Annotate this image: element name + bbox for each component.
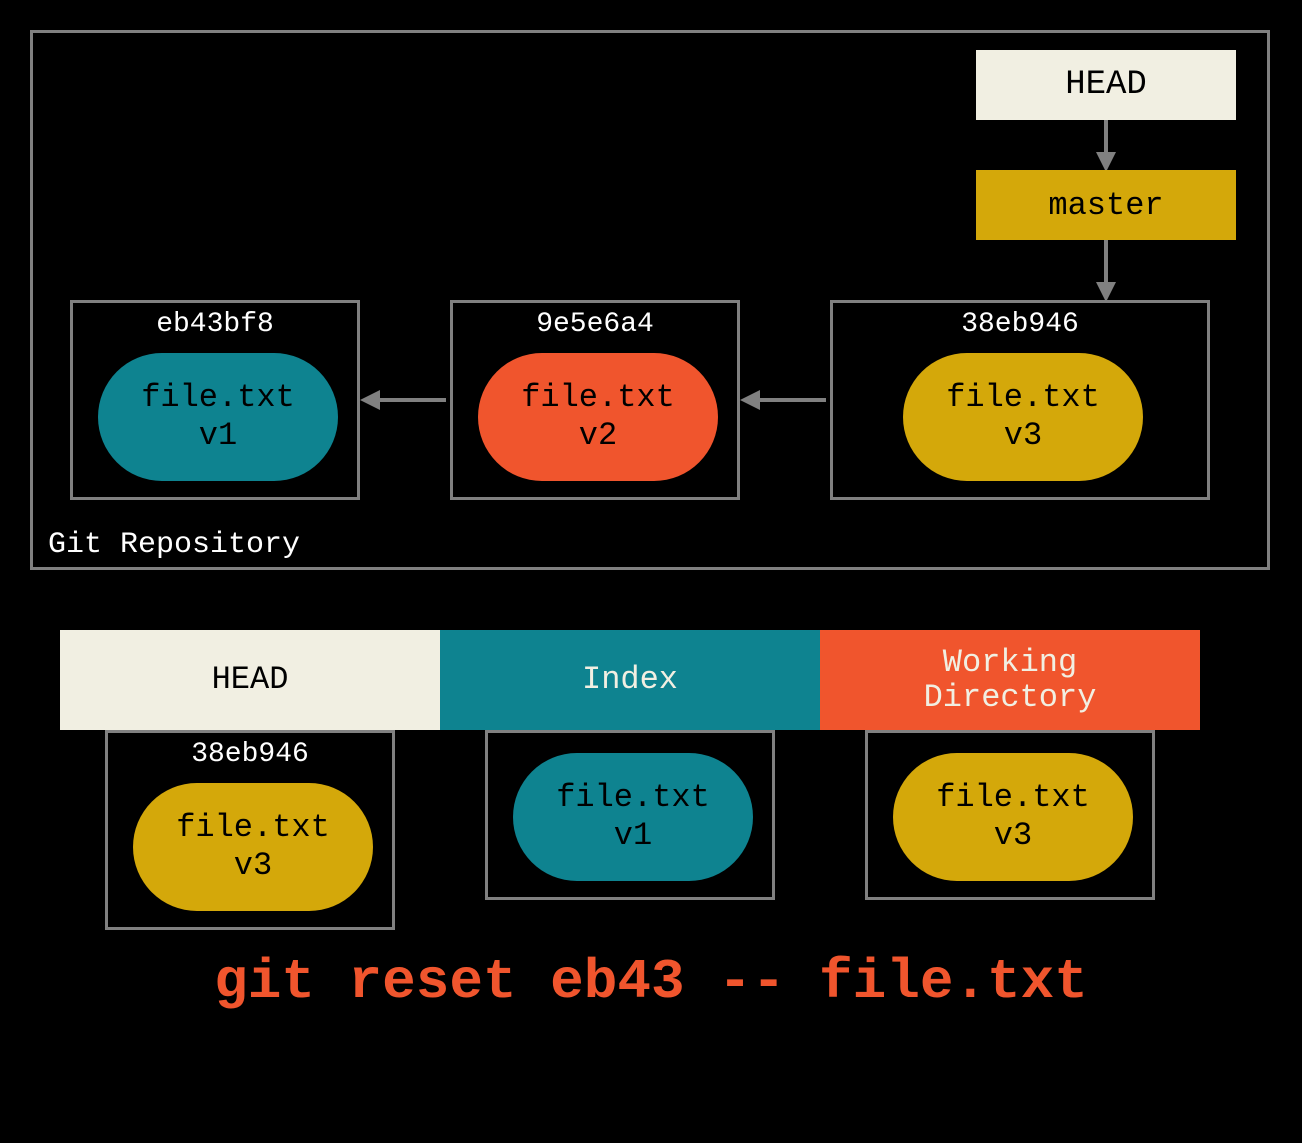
- wd-label-line1: Working: [943, 645, 1077, 680]
- commit-hash: 9e5e6a4: [453, 309, 737, 340]
- arrow-head-to-master: [1104, 120, 1108, 155]
- working-directory-column-header: Working Directory: [820, 630, 1200, 730]
- head-column-header: HEAD: [60, 630, 440, 730]
- file-name: file.txt: [176, 809, 330, 847]
- index-content-box: file.txt v1: [485, 730, 775, 900]
- head-content-hash: 38eb946: [108, 739, 392, 770]
- head-ref-box: HEAD: [976, 50, 1236, 120]
- file-version: v3: [234, 847, 272, 885]
- arrow-head-down-icon: [1096, 152, 1116, 172]
- head-column-label: HEAD: [212, 662, 289, 697]
- file-name: file.txt: [521, 379, 675, 417]
- file-version: v1: [614, 817, 652, 855]
- master-branch-label: master: [1048, 187, 1163, 224]
- file-name: file.txt: [141, 379, 295, 417]
- file-pill: file.txt v2: [478, 353, 718, 481]
- commit-box-9e5e6a4: 9e5e6a4 file.txt v2: [450, 300, 740, 500]
- file-pill: file.txt v3: [893, 753, 1133, 881]
- arrow-head-down-icon: [1096, 282, 1116, 302]
- commit-hash: 38eb946: [833, 309, 1207, 340]
- file-version: v1: [199, 417, 237, 455]
- file-name: file.txt: [946, 379, 1100, 417]
- file-pill: file.txt v1: [513, 753, 753, 881]
- arrow-commit-link: [378, 398, 446, 402]
- file-pill: file.txt v3: [903, 353, 1143, 481]
- file-pill: file.txt v3: [133, 783, 373, 911]
- head-ref-label: HEAD: [1065, 66, 1147, 104]
- file-version: v3: [1004, 417, 1042, 455]
- file-name: file.txt: [556, 779, 710, 817]
- file-version: v2: [579, 417, 617, 455]
- arrow-head-left-icon: [360, 390, 380, 410]
- file-pill: file.txt v1: [98, 353, 338, 481]
- arrow-master-to-commit: [1104, 240, 1108, 285]
- working-directory-content-box: file.txt v3: [865, 730, 1155, 900]
- git-command-text: git reset eb43 -- file.txt: [0, 950, 1302, 1014]
- arrow-commit-link: [758, 398, 826, 402]
- wd-label-line2: Directory: [924, 680, 1097, 715]
- commit-box-eb43bf8: eb43bf8 file.txt v1: [70, 300, 360, 500]
- index-column-label: Index: [582, 662, 678, 697]
- master-branch-box: master: [976, 170, 1236, 240]
- arrow-head-left-icon: [740, 390, 760, 410]
- repo-label: Git Repository: [48, 528, 300, 562]
- index-column-header: Index: [440, 630, 820, 730]
- head-content-box: 38eb946 file.txt v3: [105, 730, 395, 930]
- commit-hash: eb43bf8: [73, 309, 357, 340]
- commit-box-38eb946: 38eb946 file.txt v3: [830, 300, 1210, 500]
- file-name: file.txt: [936, 779, 1090, 817]
- file-version: v3: [994, 817, 1032, 855]
